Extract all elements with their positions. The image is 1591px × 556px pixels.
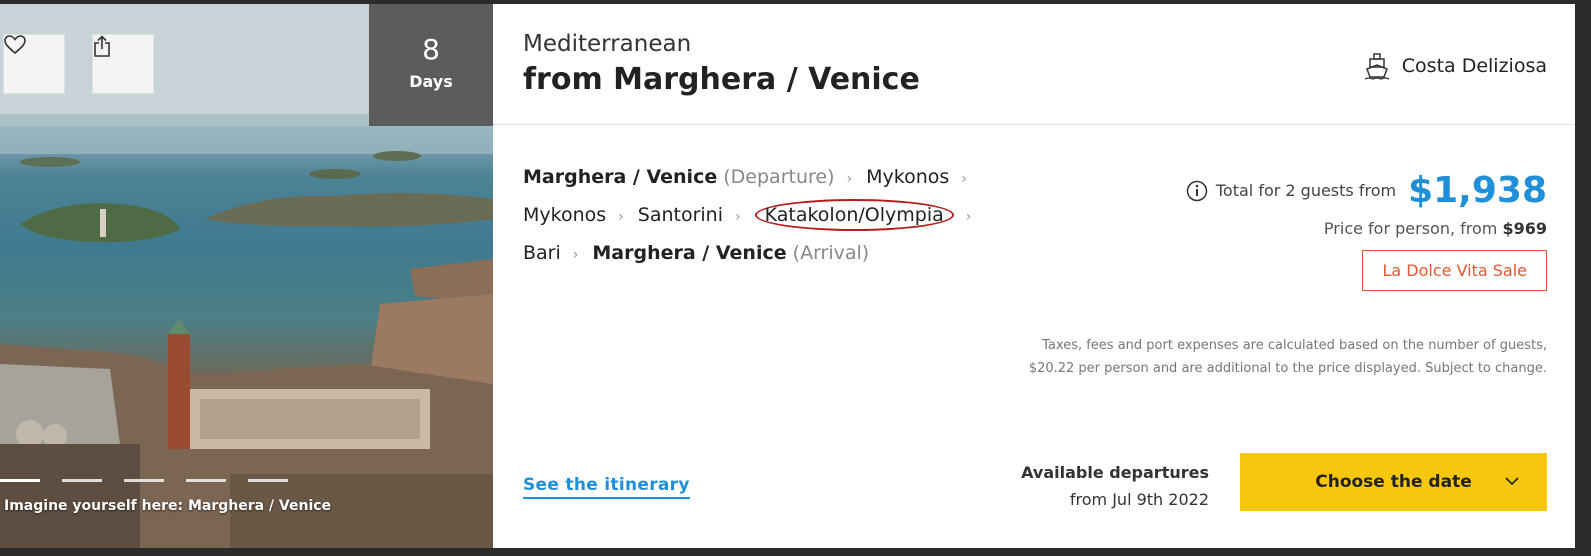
chevron-right-icon: › <box>735 209 741 225</box>
share-icon <box>94 35 110 57</box>
per-person-price: Price for person, from $969 <box>1323 219 1547 238</box>
chevron-right-icon: › <box>618 209 624 225</box>
carousel-dot[interactable] <box>186 479 226 482</box>
carousel-dot[interactable] <box>124 479 164 482</box>
days-label: Days <box>409 72 453 91</box>
total-label: Total for 2 guests from <box>1215 181 1397 200</box>
total-price: $1,938 <box>1408 170 1547 211</box>
ship-info: Costa Deliziosa <box>1364 52 1547 80</box>
cruise-photo: 8 Days Imagine yourself here: Marghera /… <box>0 4 493 548</box>
favorite-button[interactable] <box>3 34 65 94</box>
carousel-indicators <box>0 479 288 482</box>
card-header: Mediterranean from Marghera / Venice Cos… <box>493 4 1575 125</box>
sale-badge[interactable]: La Dolce Vita Sale <box>1362 250 1547 291</box>
carousel-dot[interactable] <box>0 479 40 482</box>
chevron-down-icon <box>1505 477 1519 486</box>
available-departures: Available departures from Jul 9th 2022 <box>1021 459 1209 513</box>
ship-icon <box>1364 53 1390 80</box>
chevron-right-icon: › <box>961 171 967 187</box>
itinerary-arrival: Marghera / Venice (Arrival) <box>592 242 870 264</box>
cruise-region: Mediterranean <box>523 31 692 57</box>
choose-date-button[interactable]: Choose the date <box>1240 453 1547 511</box>
price-block: Total for 2 guests from $1,938 Price for… <box>1186 170 1547 291</box>
window-edge <box>1575 0 1591 556</box>
see-itinerary-link[interactable]: See the itinerary <box>523 475 690 499</box>
heart-icon <box>4 35 26 55</box>
duration-badge: 8 Days <box>369 4 493 126</box>
price-disclaimer: Taxes, fees and port expenses are calcul… <box>1028 338 1547 376</box>
info-icon[interactable] <box>1186 180 1208 202</box>
chevron-right-icon: › <box>572 247 579 263</box>
per-person-amount: $969 <box>1502 219 1547 238</box>
departures-label: Available departures <box>1021 463 1209 482</box>
chevron-right-icon: › <box>846 171 853 187</box>
ship-name: Costa Deliziosa <box>1401 55 1547 77</box>
carousel-dot[interactable] <box>248 479 288 482</box>
share-button[interactable] <box>92 34 154 94</box>
cruise-card: Mediterranean from Marghera / Venice Cos… <box>493 4 1575 548</box>
itinerary-route: Marghera / Venice (Departure) › Mykonos › M… <box>523 159 993 273</box>
total-price-line: Total for 2 guests from $1,938 <box>1186 170 1547 211</box>
itinerary-stop: Mykonos <box>866 166 950 188</box>
itinerary-stop: Mykonos <box>523 204 607 226</box>
cruise-title: from Marghera / Venice <box>523 62 920 97</box>
days-number: 8 <box>422 33 440 66</box>
itinerary-stop: Santorini <box>637 204 723 226</box>
departures-date: from Jul 9th 2022 <box>1069 490 1209 509</box>
itinerary-departure: Marghera / Venice (Departure) <box>523 166 835 188</box>
itinerary-stop-highlighted: Katakolon/Olympia <box>754 199 954 231</box>
choose-date-label: Choose the date <box>1315 472 1472 492</box>
photo-caption: Imagine yourself here: Marghera / Venice <box>4 498 332 514</box>
chevron-right-icon: › <box>965 209 972 225</box>
carousel-dot[interactable] <box>62 479 102 482</box>
itinerary-stop: Bari <box>523 242 561 264</box>
